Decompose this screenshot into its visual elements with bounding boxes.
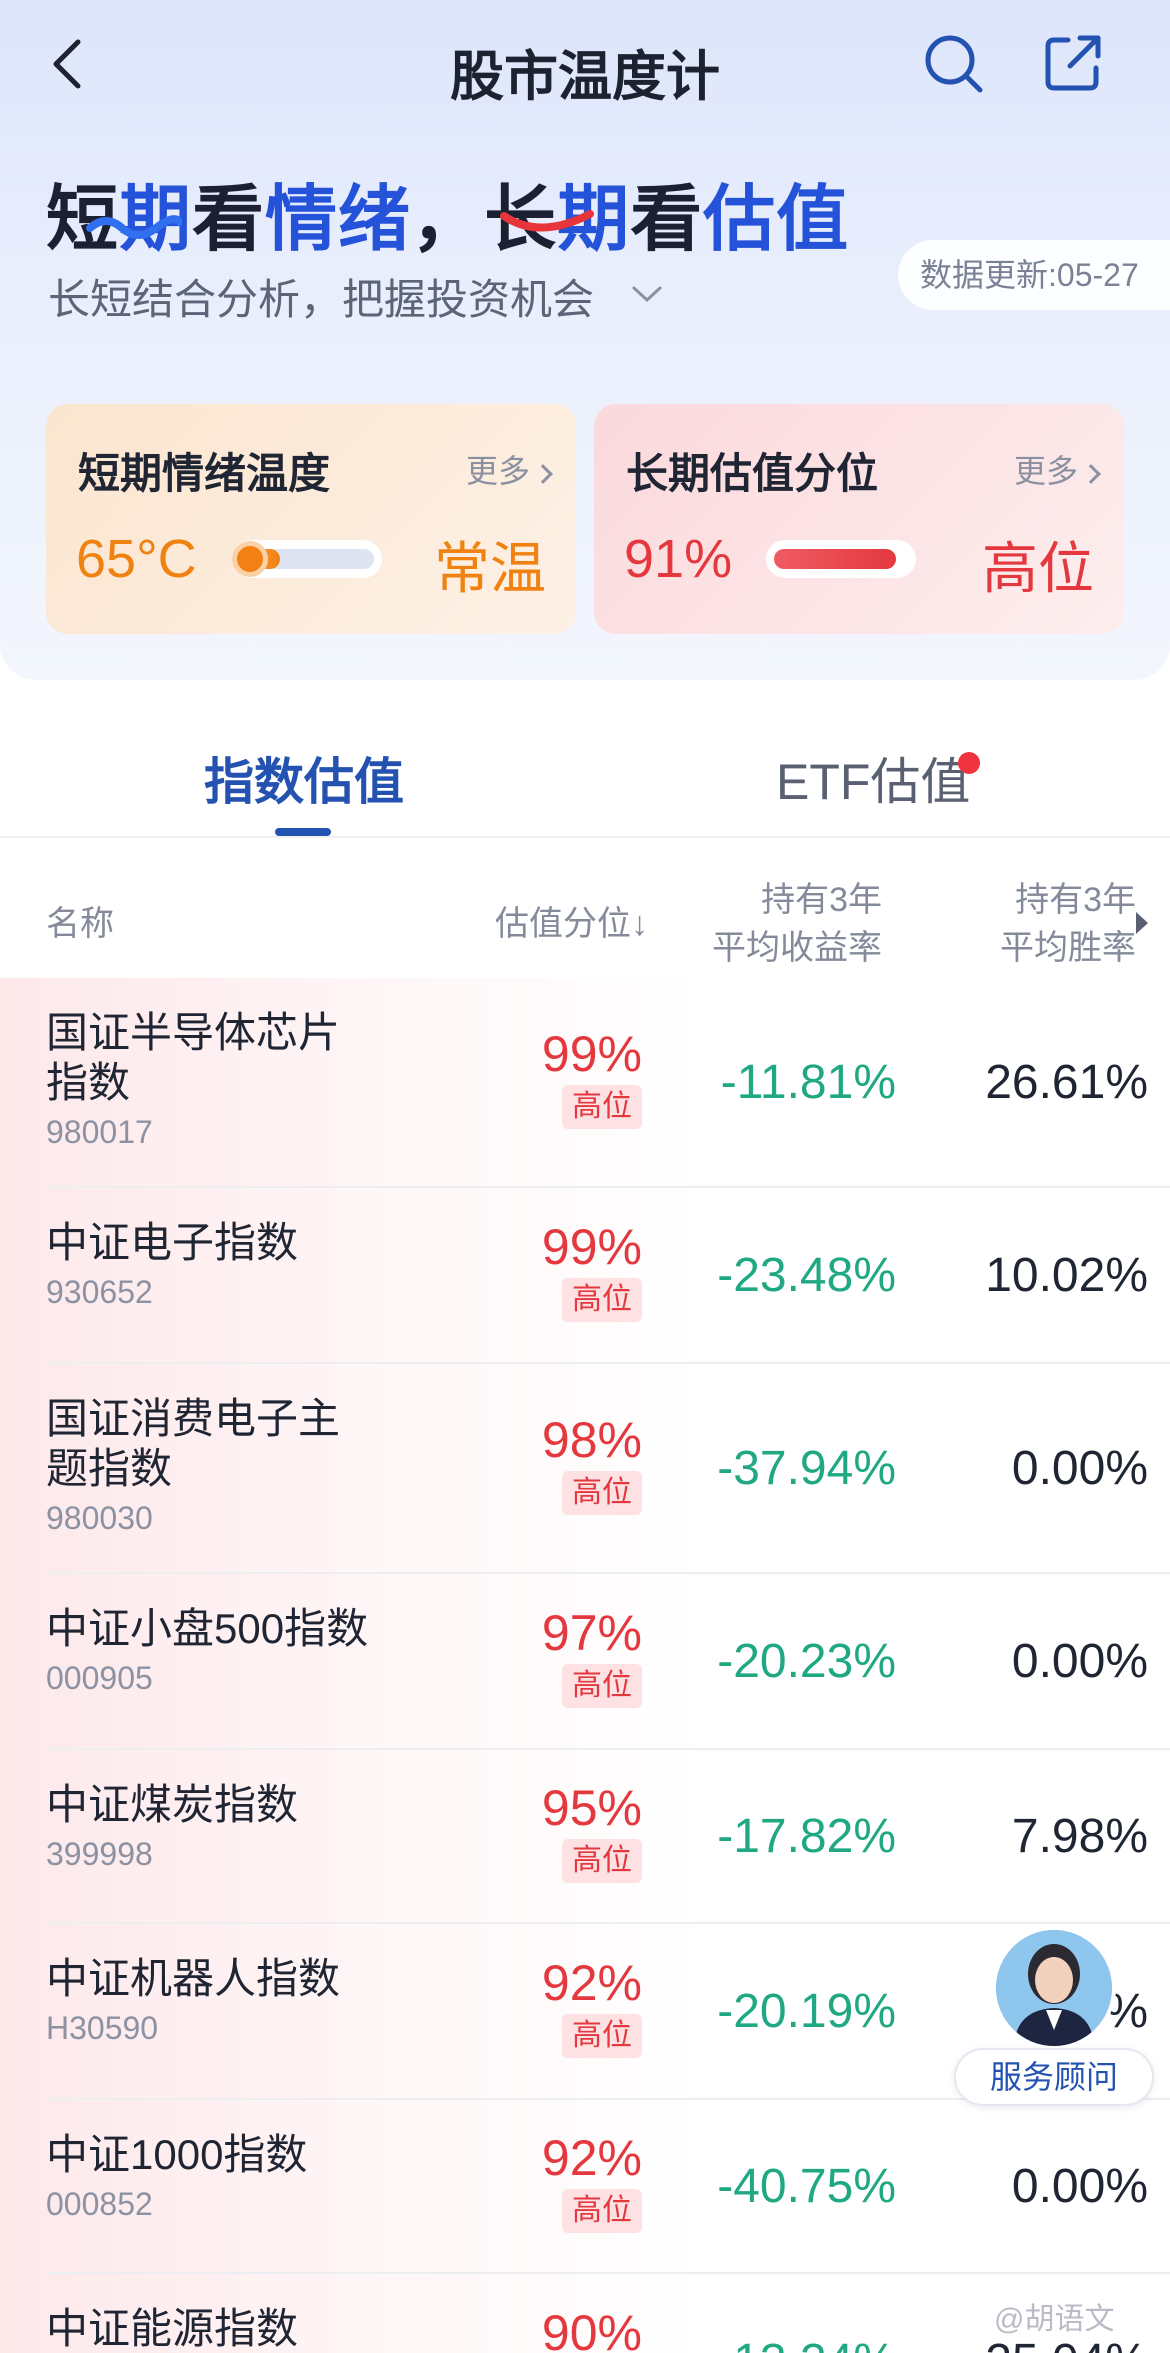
column-header-avg-return[interactable]: 持有3年 平均收益率 — [660, 876, 882, 972]
level-badge: 高位 — [562, 2189, 642, 2233]
win-rate-value: 0.00% — [1011, 2160, 1148, 2213]
level-badge: 高位 — [562, 1664, 642, 1708]
subtitle-dropdown[interactable]: 长短结合分析，把握投资机会 — [48, 266, 594, 327]
avg-return-value: -23.48% — [717, 1249, 896, 1302]
page-title: 股市温度计 — [450, 47, 720, 107]
index-name: 中证小盘500指数 — [46, 1605, 369, 1652]
level-badge: 高位 — [562, 1278, 642, 1322]
avg-return-value: -11.81% — [720, 1056, 896, 1109]
avg-return-value: -40.75% — [717, 2160, 896, 2213]
update-date-badge: 数据更新:05-27 — [898, 240, 1170, 310]
index-code: 930652 — [46, 1274, 153, 1310]
index-code: 000852 — [46, 2186, 153, 2222]
blue-wave-decoration — [86, 212, 184, 242]
index-code: 980030 — [46, 1500, 153, 1536]
table-row[interactable]: 中证煤炭指数 399998 95% 高位 -17.82% 7.98% — [0, 1750, 1170, 1924]
avg-return-value: -17.82% — [717, 1810, 896, 1863]
advisor-avatar — [992, 1926, 1116, 2050]
valuation-level: 高位 — [982, 537, 1094, 600]
level-badge: 高位 — [562, 1085, 642, 1129]
valuation-percentile: 97% — [541, 1605, 642, 1661]
short-term-sentiment-card[interactable]: 短期情绪温度 更多 65°C 常温 — [46, 404, 576, 634]
level-badge: 高位 — [562, 1471, 642, 1515]
gauge-knob — [232, 541, 268, 577]
gauge-fill — [774, 549, 896, 569]
temperature-level: 常温 — [434, 537, 546, 600]
valuation-percentile: 95% — [541, 1780, 642, 1836]
watermark-text: @胡语文 — [994, 2303, 1115, 2336]
index-code: H30590 — [46, 2010, 159, 2046]
index-name: 中证1000指数 — [46, 2131, 308, 2178]
table-row[interactable]: 中证1000指数 000852 92% 高位 -40.75% 0.00% — [0, 2100, 1170, 2274]
card-title: 短期情绪温度 — [78, 450, 331, 497]
win-rate-value: 7.98% — [1011, 1810, 1148, 1863]
valuation-percentile: 90% — [541, 2305, 642, 2353]
win-rate-value: 0.00% — [1011, 1635, 1148, 1688]
long-term-valuation-card[interactable]: 长期估值分位 更多 91% 高位 — [594, 404, 1124, 634]
win-rate-value: 26.61% — [985, 1056, 1148, 1109]
more-link[interactable]: 更多 — [1014, 446, 1101, 492]
level-badge: 高位 — [562, 2014, 642, 2058]
valuation-percentile: 99% — [541, 1026, 642, 1082]
active-tab-indicator — [275, 828, 331, 836]
share-icon[interactable] — [1040, 30, 1106, 96]
win-rate-value: 0.00% — [1011, 1442, 1148, 1495]
valuation-percentile: 99% — [541, 1219, 642, 1275]
valuation-percentile-value: 91% — [624, 529, 733, 589]
index-name: 中证电子指数 — [46, 1219, 299, 1266]
notification-dot — [958, 752, 980, 774]
avg-return-value: -20.23% — [717, 1635, 896, 1688]
valuation-percentile: 92% — [541, 1955, 642, 2011]
index-name: 国证消费电子主题指数 — [46, 1395, 341, 1492]
column-header-win-rate[interactable]: 持有3年 平均胜率 — [900, 876, 1136, 972]
index-code: 000905 — [46, 1660, 153, 1696]
avg-return-value: -37.94% — [717, 1442, 896, 1495]
index-name: 中证煤炭指数 — [46, 1781, 299, 1828]
valuation-percentile: 98% — [541, 1412, 642, 1468]
index-name: 中证机器人指数 — [46, 1955, 341, 2002]
win-rate-value: 10.02% — [985, 1249, 1148, 1302]
search-icon[interactable] — [920, 30, 986, 96]
table-row[interactable]: 中证电子指数 930652 99% 高位 -23.48% 10.02% — [0, 1188, 1170, 1364]
avg-return-value: -20.19% — [717, 1985, 896, 2038]
temperature-value: 65°C — [76, 529, 197, 589]
avg-return-value: -13.24% — [660, 2334, 896, 2353]
more-link[interactable]: 更多 — [466, 446, 553, 492]
tab-bar: 指数估值 ETF估值 — [0, 712, 1170, 838]
temperature-gauge — [232, 540, 382, 578]
scroll-right-arrow-icon[interactable] — [1136, 912, 1148, 934]
column-header-percentile-sort[interactable]: 估值分位↓ — [480, 900, 648, 948]
index-name: 国证半导体芯片指数 — [46, 1009, 341, 1106]
valuation-gauge — [766, 540, 916, 578]
chevron-down-icon[interactable] — [630, 282, 664, 306]
table-row[interactable]: 国证半导体芯片指数 980017 99% 高位 -11.81% 26.61% — [0, 978, 1170, 1188]
service-advisor-button[interactable]: 服务顾问 — [954, 1926, 1154, 2106]
column-header-name: 名称 — [46, 905, 114, 943]
advisor-label: 服务顾问 — [954, 2048, 1154, 2106]
index-name: 中证能源指数 — [46, 2305, 299, 2352]
valuation-percentile: 92% — [541, 2130, 642, 2186]
index-code: 399998 — [46, 1836, 153, 1872]
index-code: 980017 — [46, 1114, 153, 1150]
tab-etf-valuation[interactable]: ETF估值 — [776, 742, 970, 814]
chevron-right-icon — [533, 463, 553, 484]
tab-index-valuation[interactable]: 指数估值 — [204, 742, 404, 814]
chevron-right-icon — [1081, 463, 1101, 484]
table-row[interactable]: 中证小盘500指数 000905 97% 高位 -20.23% 0.00% — [0, 1574, 1170, 1750]
table-row[interactable]: 国证消费电子主题指数 980030 98% 高位 -37.94% 0.00% — [0, 1364, 1170, 1574]
level-badge: 高位 — [562, 1839, 642, 1883]
red-swoosh-decoration — [500, 206, 596, 236]
card-title: 长期估值分位 — [626, 450, 879, 497]
